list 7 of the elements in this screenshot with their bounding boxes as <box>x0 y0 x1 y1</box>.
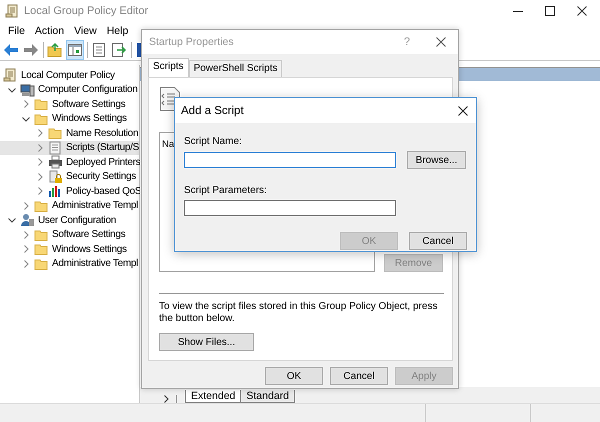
field-label: Script Name: <box>184 136 243 147</box>
info-text: To view the script files stored in this Group Policy Object, press the button below. <box>159 301 438 325</box>
column-header: Na <box>162 139 174 150</box>
window-title: Local Group Policy Editor <box>24 5 148 17</box>
dialog-title: Add a Script <box>181 104 244 116</box>
field-label: Script Parameters: <box>184 185 268 196</box>
dialog-title: Startup Properties <box>149 36 234 48</box>
